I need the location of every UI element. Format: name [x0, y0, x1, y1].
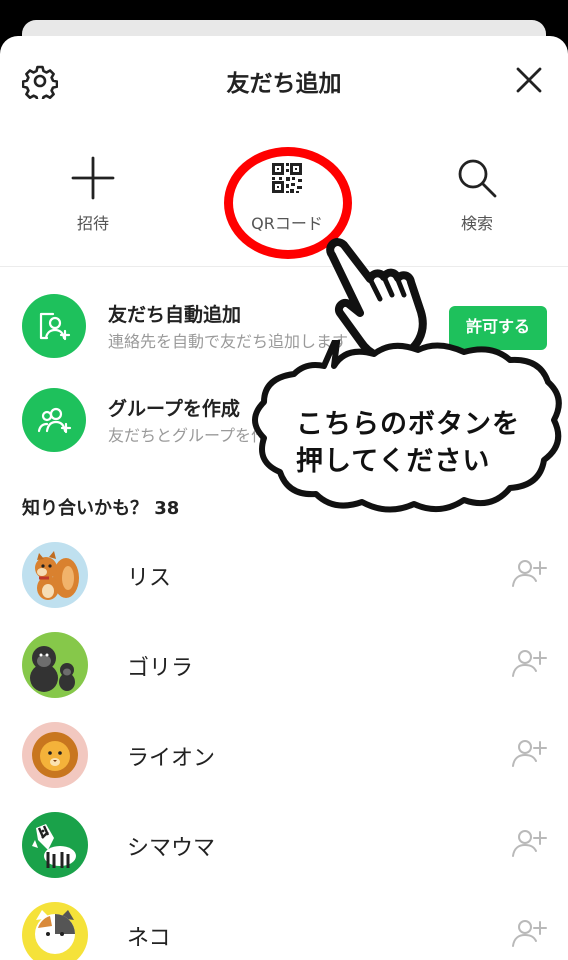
close-button[interactable]: [512, 63, 546, 97]
friend-name: ライオン: [127, 746, 216, 771]
add-friend-icon[interactable]: [510, 826, 548, 860]
page-title: 友だち追加: [226, 71, 342, 97]
search-icon: [458, 159, 497, 198]
gorilla-avatar-icon: [30, 646, 75, 692]
plus-icon: [71, 156, 115, 200]
instruction-text: こちらのボタンを 押してください: [296, 406, 520, 480]
friend-row[interactable]: ゴリラ: [0, 626, 568, 706]
friend-name: ネコ: [127, 926, 171, 951]
suggestions-heading: 知り合いかも？ 38: [22, 498, 180, 519]
friend-row[interactable]: シマウマ: [0, 806, 568, 886]
avatar: [22, 632, 88, 698]
invite-button[interactable]: 招待: [33, 148, 153, 238]
friend-row[interactable]: ライオン: [0, 716, 568, 796]
auto-add-title: 友だち自動追加: [108, 304, 242, 326]
instruction-line-2: 押してください: [296, 446, 491, 477]
friend-name: ゴリラ: [127, 656, 194, 681]
invite-label: 招待: [76, 214, 109, 233]
auto-add-icon-circle: [22, 294, 86, 358]
friend-name: シマウマ: [127, 836, 216, 861]
avatar: [22, 902, 88, 960]
auto-add-friend-icon: [39, 312, 71, 341]
avatar: [22, 722, 88, 788]
section-divider: [0, 266, 568, 267]
search-label: 検索: [460, 214, 493, 233]
instruction-line-1: こちらのボタンを: [296, 409, 520, 440]
squirrel-avatar-icon: [35, 551, 79, 600]
zebra-avatar-icon: [32, 824, 76, 868]
add-friend-icon[interactable]: [510, 556, 548, 590]
avatar: [22, 542, 88, 608]
lion-avatar-icon: [32, 732, 78, 778]
close-icon: [516, 67, 542, 93]
friend-row[interactable]: ネコ: [0, 896, 568, 960]
search-button[interactable]: 検索: [417, 148, 537, 238]
add-friend-icon[interactable]: [510, 916, 548, 950]
cat-avatar-icon: [35, 910, 75, 954]
create-group-icon: [37, 407, 72, 434]
add-friend-icon[interactable]: [510, 736, 548, 770]
create-group-icon-circle: [22, 388, 86, 452]
friend-name: リス: [127, 566, 172, 591]
header: 友だち追加: [0, 36, 568, 122]
friend-row[interactable]: リス: [0, 536, 568, 616]
avatar: [22, 812, 88, 878]
add-friend-icon[interactable]: [510, 646, 548, 680]
create-group-title: グループを作成: [108, 398, 240, 420]
